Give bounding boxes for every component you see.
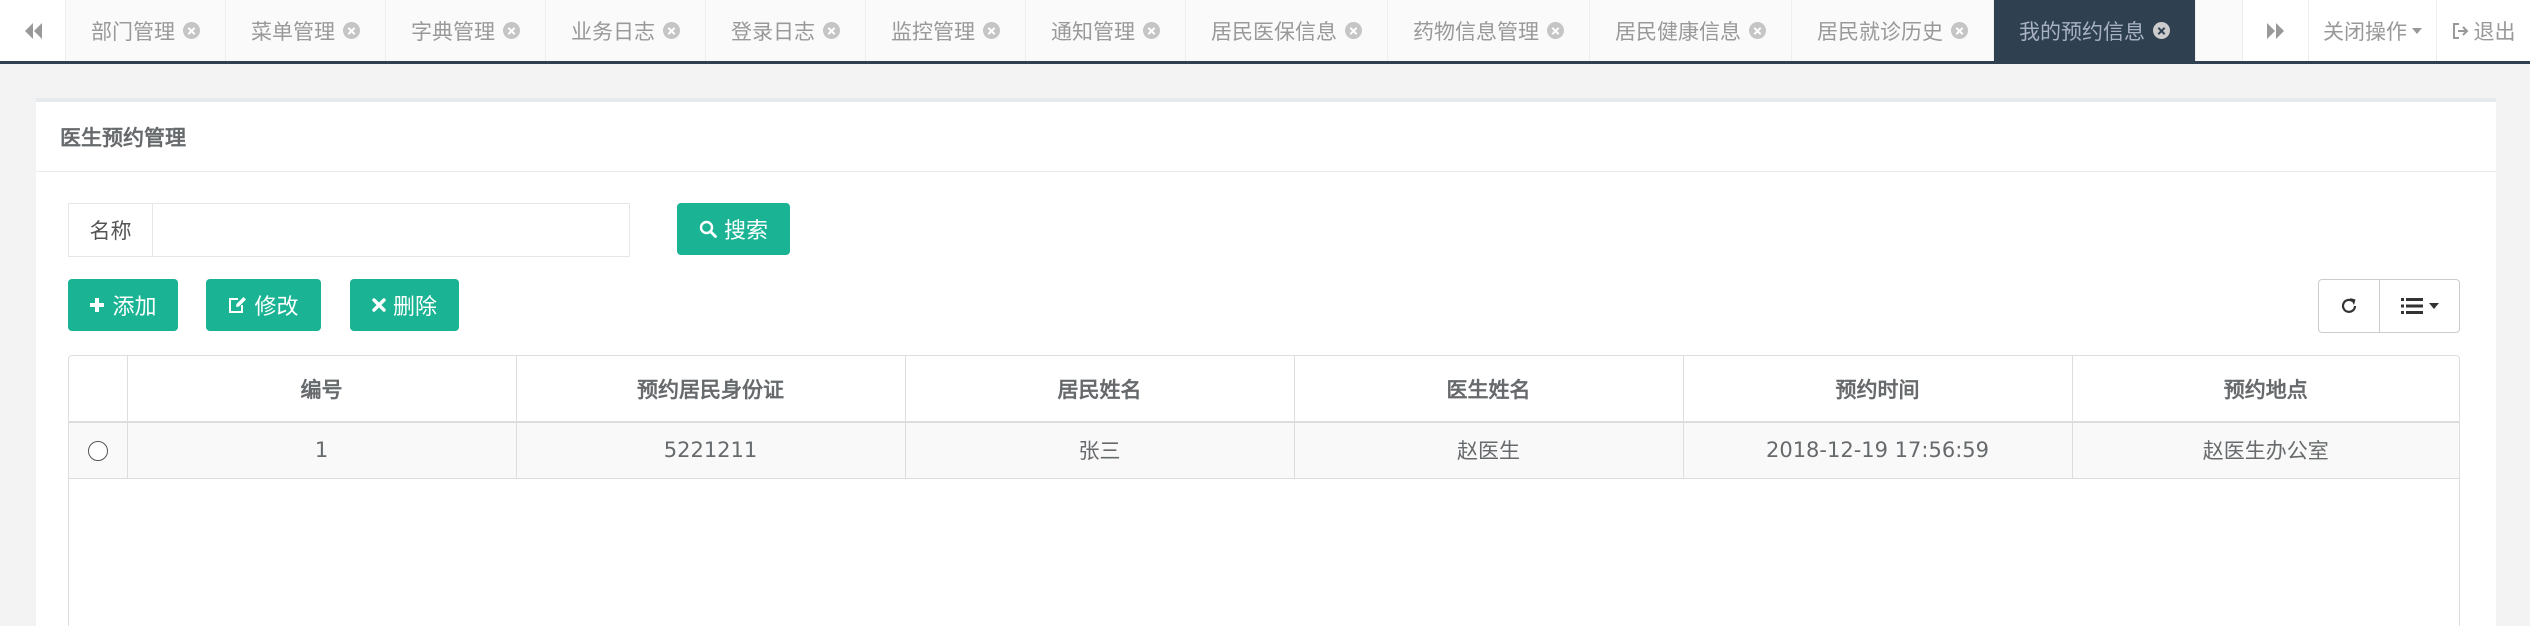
edit-icon	[228, 296, 247, 314]
close-operations-label: 关闭操作	[2323, 19, 2407, 44]
close-operations-dropdown[interactable]: 关闭操作	[2308, 0, 2436, 61]
name-search-input[interactable]	[153, 204, 629, 256]
refresh-button[interactable]	[2318, 279, 2380, 333]
tab-label: 我的预约信息	[2019, 19, 2145, 44]
tab-label: 部门管理	[91, 19, 175, 44]
row-select-cell	[69, 422, 128, 479]
select-column-header	[69, 356, 128, 423]
panel-title: 医生预约管理	[36, 102, 2496, 172]
caret-down-icon	[2412, 27, 2422, 34]
row-select-radio[interactable]	[87, 441, 108, 462]
table-header-row: 编号 预约居民身份证 居民姓名 医生姓名 预约时间 预约地点	[69, 356, 2459, 423]
refresh-icon	[2341, 298, 2357, 313]
tab-label: 菜单管理	[251, 19, 335, 44]
table-cell: 赵医生办公室	[2072, 422, 2459, 479]
tab-label: 居民健康信息	[1615, 19, 1741, 44]
double-chevron-left-icon	[24, 22, 42, 39]
tab-label: 药物信息管理	[1413, 19, 1539, 44]
tab-label: 字典管理	[411, 19, 495, 44]
delete-button[interactable]: 删除	[350, 279, 459, 331]
table-cell: 张三	[905, 422, 1295, 479]
tab-business-log[interactable]: 业务日志	[546, 0, 706, 61]
name-field-label: 名称	[69, 204, 153, 256]
add-button[interactable]: 添加	[68, 279, 178, 331]
tab-label: 业务日志	[571, 19, 655, 44]
tab-visit-history[interactable]: 居民就诊历史	[1792, 0, 1994, 61]
table-row[interactable]: 1 5221211 张三 赵医生 2018-12-19 17:56:59 赵医生…	[69, 422, 2459, 479]
tab-my-appointments[interactable]: 我的预约信息	[1994, 0, 2196, 61]
close-icon[interactable]	[2153, 22, 2170, 39]
table-cell: 2018-12-19 17:56:59	[1683, 422, 2073, 479]
double-chevron-right-icon	[2266, 22, 2284, 39]
times-icon	[372, 298, 386, 312]
close-icon[interactable]	[1749, 22, 1766, 39]
close-icon[interactable]	[183, 22, 200, 39]
tab-list: 部门管理 菜单管理 字典管理 业务日志 登录日志 监控管理 通知管理 居民医保信…	[66, 0, 2242, 61]
close-icon[interactable]	[1547, 22, 1564, 39]
add-button-label: 添加	[112, 295, 157, 320]
content-frame: 医生预约管理 名称 搜索 添加 修改 删除 编号 预约居民身份证 居民姓名 医生…	[4, 64, 2526, 626]
delete-button-label: 删除	[392, 295, 437, 320]
logout-label: 退出	[2473, 19, 2516, 44]
search-button-label: 搜索	[723, 219, 768, 244]
tab-label: 登录日志	[731, 19, 815, 44]
search-button[interactable]: 搜索	[677, 203, 790, 255]
tab-label: 居民就诊历史	[1817, 19, 1943, 44]
tab-menu[interactable]: 菜单管理	[226, 0, 386, 61]
column-header-id-card[interactable]: 预约居民身份证	[516, 356, 906, 423]
appointment-panel: 医生预约管理 名称 搜索 添加 修改 删除 编号 预约居民身份证 居民姓名 医生…	[36, 98, 2496, 626]
tab-drug[interactable]: 药物信息管理	[1388, 0, 1590, 61]
tab-login-log[interactable]: 登录日志	[706, 0, 866, 61]
close-icon[interactable]	[1951, 22, 1968, 39]
sign-out-icon	[2452, 22, 2468, 39]
scroll-tabs-right-button[interactable]	[2242, 0, 2308, 61]
list-icon	[2400, 298, 2423, 314]
tab-label: 居民医保信息	[1211, 19, 1337, 44]
close-icon[interactable]	[503, 22, 520, 39]
edit-button-label: 修改	[254, 295, 299, 320]
tab-monitor[interactable]: 监控管理	[866, 0, 1026, 61]
tab-dept[interactable]: 部门管理	[66, 0, 226, 61]
columns-toggle-button[interactable]	[2379, 279, 2460, 333]
tab-dict[interactable]: 字典管理	[386, 0, 546, 61]
tab-notice[interactable]: 通知管理	[1026, 0, 1186, 61]
close-icon[interactable]	[823, 22, 840, 39]
plus-icon	[89, 297, 105, 313]
caret-down-icon	[2428, 303, 2439, 309]
edit-button[interactable]: 修改	[206, 279, 321, 331]
close-icon[interactable]	[983, 22, 1000, 39]
search-icon	[699, 220, 717, 238]
tab-insurance[interactable]: 居民医保信息	[1186, 0, 1388, 61]
table-cell: 5221211	[516, 422, 906, 479]
tab-label: 监控管理	[891, 19, 975, 44]
close-icon[interactable]	[343, 22, 360, 39]
column-header-appointment-location[interactable]: 预约地点	[2072, 356, 2459, 423]
column-header-doctor-name[interactable]: 医生姓名	[1294, 356, 1684, 423]
column-header-appointment-time[interactable]: 预约时间	[1683, 356, 2073, 423]
scroll-tabs-left-button[interactable]	[0, 0, 66, 61]
close-icon[interactable]	[1143, 22, 1160, 39]
tab-health[interactable]: 居民健康信息	[1590, 0, 1792, 61]
column-header-id[interactable]: 编号	[127, 356, 517, 423]
table-cell: 赵医生	[1294, 422, 1684, 479]
column-header-resident-name[interactable]: 居民姓名	[905, 356, 1295, 423]
name-search-group: 名称	[68, 203, 630, 257]
table-cell: 1	[127, 422, 517, 479]
close-icon[interactable]	[663, 22, 680, 39]
appointment-table: 编号 预约居民身份证 居民姓名 医生姓名 预约时间 预约地点 1 5221211…	[68, 355, 2460, 626]
tab-label: 通知管理	[1051, 19, 1135, 44]
close-icon[interactable]	[1345, 22, 1362, 39]
logout-button[interactable]: 退出	[2436, 0, 2530, 61]
tab-bar: 部门管理 菜单管理 字典管理 业务日志 登录日志 监控管理 通知管理 居民医保信…	[0, 0, 2530, 64]
